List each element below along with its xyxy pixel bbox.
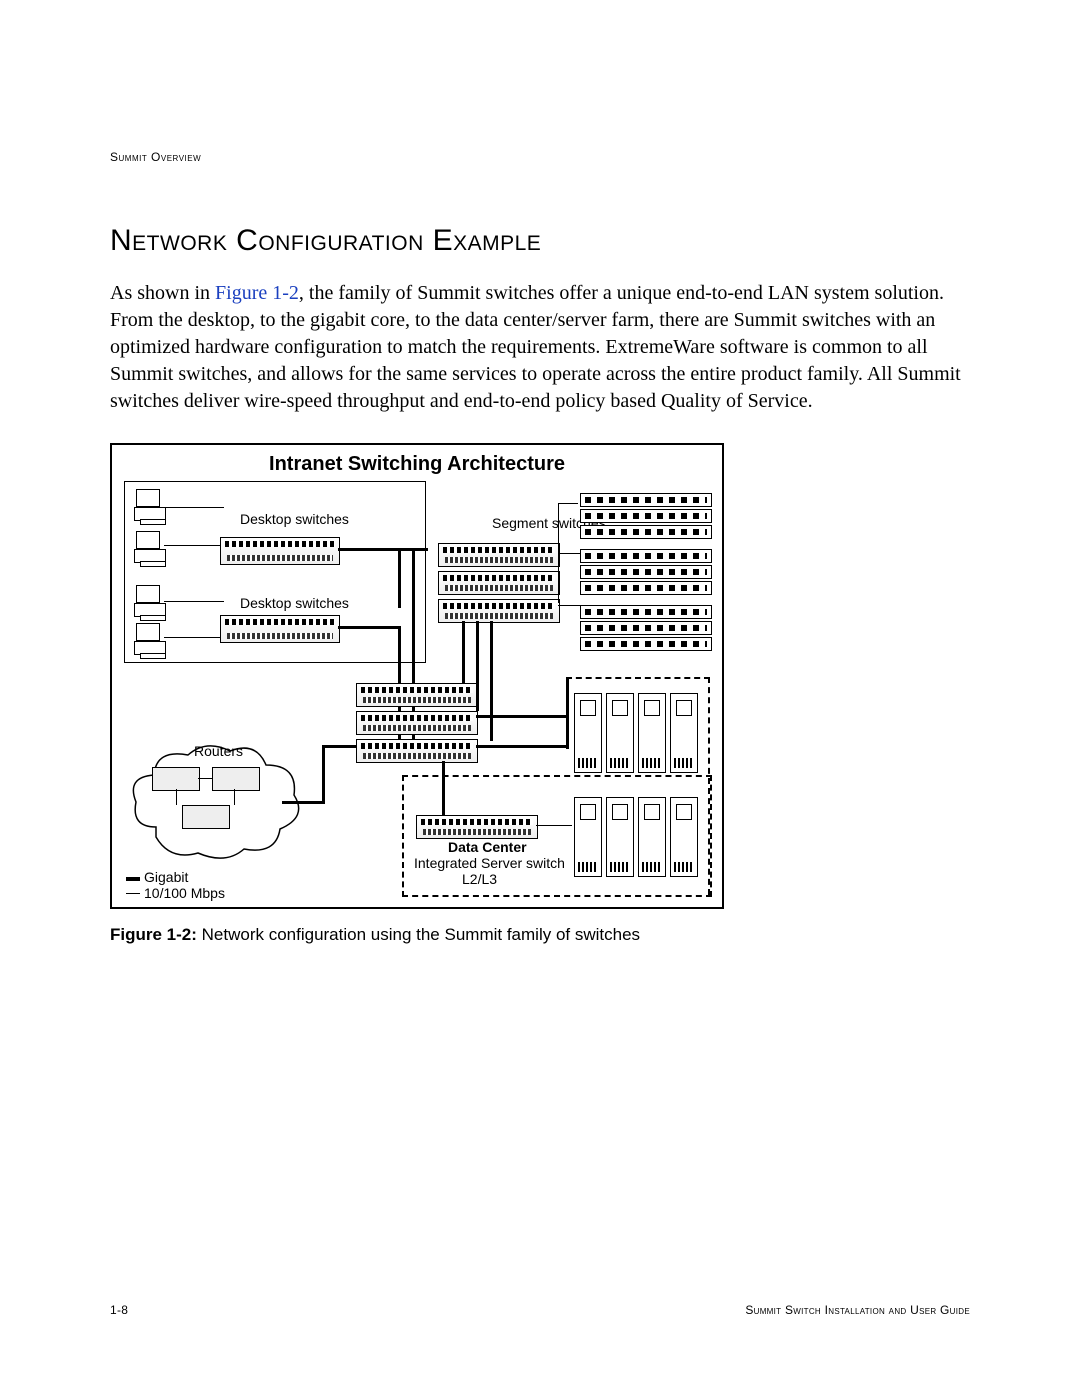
figure-diagram: Intranet Switching Architecture Desktop … (110, 443, 724, 909)
intro-paragraph: As shown in Figure 1-2, the family of Su… (110, 280, 970, 415)
figure-caption: Figure 1-2: Network configuration using … (110, 925, 970, 945)
gigabit-link (462, 621, 465, 683)
running-header: Summit Overview (110, 150, 970, 164)
rack-icon (580, 509, 712, 523)
desktop-switch-icon (220, 615, 340, 643)
segment-switch-icon (438, 543, 560, 567)
pc-icon (134, 531, 168, 565)
gigabit-link (398, 548, 401, 608)
pc-icon (134, 585, 168, 619)
link-line (176, 789, 177, 805)
gigabit-link (476, 621, 479, 711)
legend-label-gigabit: Gigabit (144, 869, 188, 885)
legend-label-10-100: 10/100 Mbps (144, 885, 225, 901)
rack-icon (580, 493, 712, 507)
label-datacenter-sub2: L2/L3 (462, 871, 497, 887)
label-datacenter-sub1: Integrated Server switch (414, 855, 565, 871)
label-desktop-switches-1: Desktop switches (240, 511, 349, 527)
figure-title: Intranet Switching Architecture (112, 445, 722, 476)
segment-switch-icon (438, 571, 560, 595)
gigabit-link (282, 801, 322, 804)
pc-icon (134, 623, 168, 657)
gigabit-link (322, 745, 356, 748)
server-icon (638, 693, 666, 773)
link-line (164, 507, 224, 508)
segment-switch-icon (438, 599, 560, 623)
server-icon (638, 797, 666, 877)
rack-icon (580, 565, 712, 579)
link-line (198, 778, 212, 779)
link-line (558, 605, 582, 606)
link-line (164, 545, 224, 546)
rack-icon (580, 605, 712, 619)
desktop-switch-icon (220, 537, 340, 565)
server-icon (606, 797, 634, 877)
link-line (558, 503, 578, 504)
rack-icon (580, 621, 712, 635)
gigabit-link (322, 745, 325, 804)
rack-icon (580, 549, 712, 563)
caption-number: Figure 1-2: (110, 925, 197, 944)
rack-icon (580, 581, 712, 595)
legend-swatch-10-100 (126, 893, 140, 894)
gigabit-link (476, 745, 566, 748)
pc-icon (134, 489, 168, 523)
label-routers: Routers (194, 743, 243, 759)
figure-reference-link[interactable]: Figure 1-2 (215, 282, 299, 304)
datacenter-switch-icon (416, 815, 538, 839)
link-line (558, 553, 582, 554)
legend-swatch-gigabit (126, 877, 140, 881)
link-line (536, 825, 572, 826)
section-heading: Network Configuration Example (110, 224, 970, 258)
router-icon (212, 767, 260, 791)
page-number: 1-8 (110, 1303, 128, 1317)
server-icon (670, 693, 698, 773)
rack-icon (580, 637, 712, 651)
caption-text: Network configuration using the Summit f… (197, 925, 640, 944)
core-switch-icon (356, 683, 478, 707)
label-desktop-switches-2: Desktop switches (240, 595, 349, 611)
server-icon (606, 693, 634, 773)
link-line (164, 637, 224, 638)
server-icon (670, 797, 698, 877)
core-switch-icon (356, 739, 478, 763)
rack-icon (580, 525, 712, 539)
gigabit-link (476, 715, 566, 718)
core-switch-icon (356, 711, 478, 735)
label-datacenter-title: Data Center (448, 839, 527, 855)
gigabit-link (338, 626, 398, 629)
server-icon (574, 797, 602, 877)
server-icon (574, 693, 602, 773)
router-icon (182, 805, 230, 829)
link-line (164, 601, 224, 602)
router-icon (152, 767, 200, 791)
gigabit-link (490, 621, 493, 741)
link-line (234, 789, 235, 805)
footer-title: Summit Switch Installation and User Guid… (745, 1303, 970, 1317)
para-lead: As shown in (110, 282, 215, 304)
